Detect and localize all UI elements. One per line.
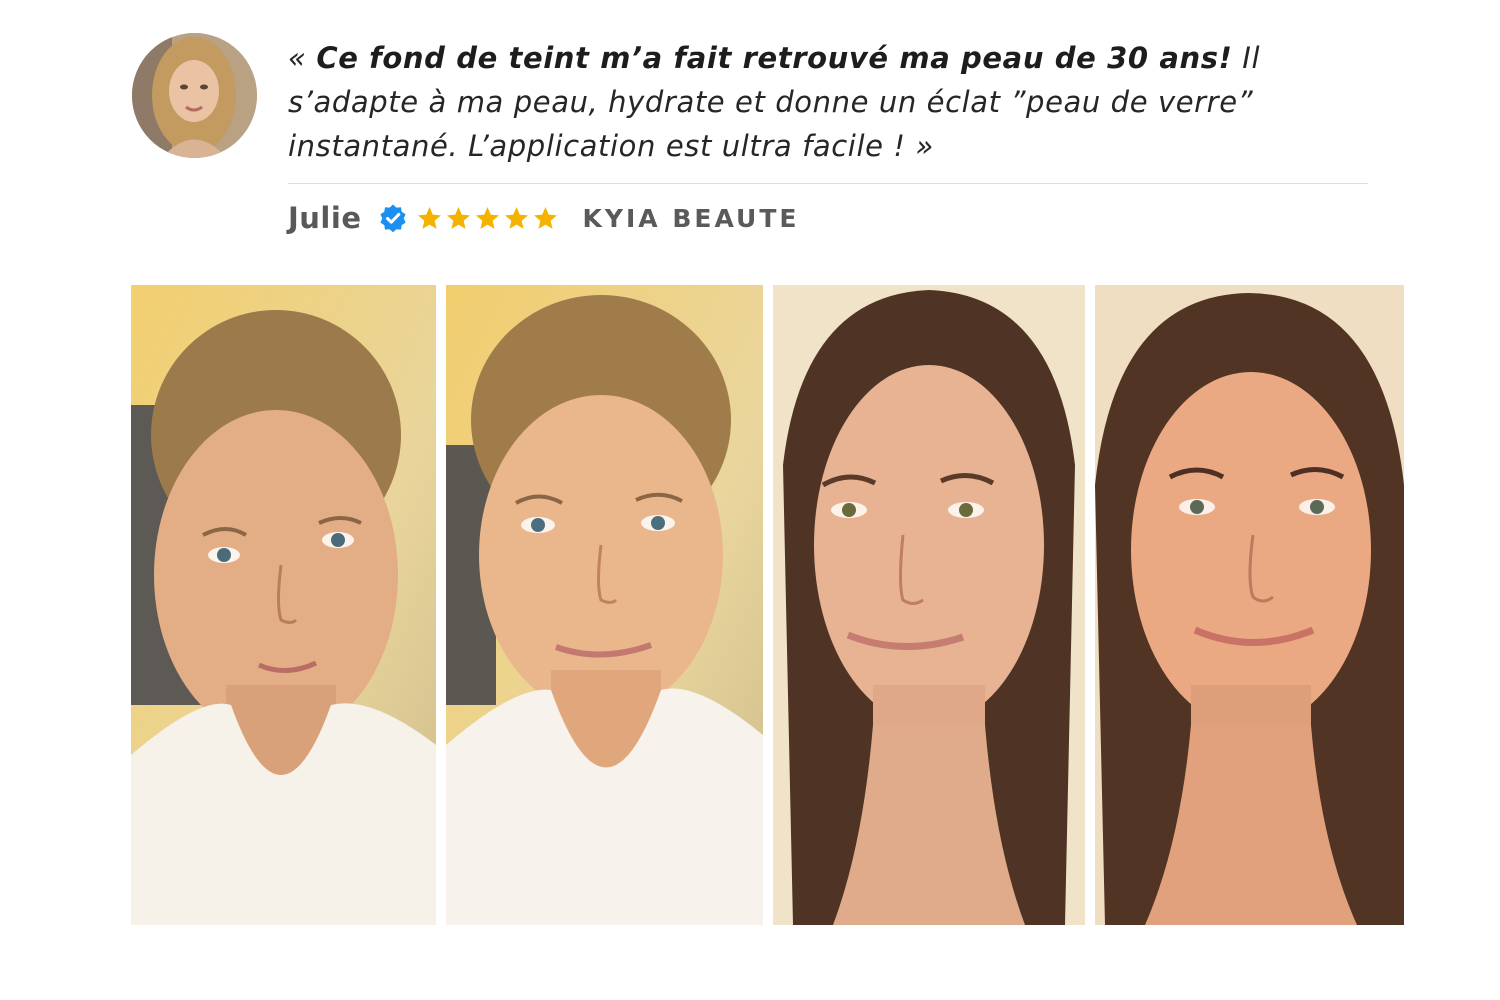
review-quote: « Ce fond de teint m’a fait retrouvé ma …	[288, 36, 1378, 168]
review-meta: Julie KYIA BEAUTE	[288, 196, 799, 240]
star-icon	[475, 206, 499, 229]
reviewer-name: Julie	[288, 201, 362, 235]
before-after-photo	[773, 285, 1085, 925]
divider	[288, 183, 1368, 184]
review-card: « Ce fond de teint m’a fait retrouvé ma …	[0, 0, 1500, 1000]
star-icon	[533, 206, 557, 229]
star-icon	[446, 206, 470, 229]
reviewer-avatar	[132, 33, 257, 158]
quote-open-mark: «	[288, 41, 317, 75]
quote-headline: Ce fond de teint m’a fait retrouvé ma pe…	[316, 41, 1233, 75]
before-after-photo	[1095, 285, 1404, 925]
star-icon	[504, 206, 528, 229]
star-rating	[416, 205, 559, 232]
before-after-photo	[131, 285, 436, 925]
before-after-photo	[446, 285, 763, 925]
star-icon	[417, 206, 441, 229]
verified-badge-icon	[378, 203, 408, 233]
brand-name: KYIA BEAUTE	[582, 203, 800, 233]
